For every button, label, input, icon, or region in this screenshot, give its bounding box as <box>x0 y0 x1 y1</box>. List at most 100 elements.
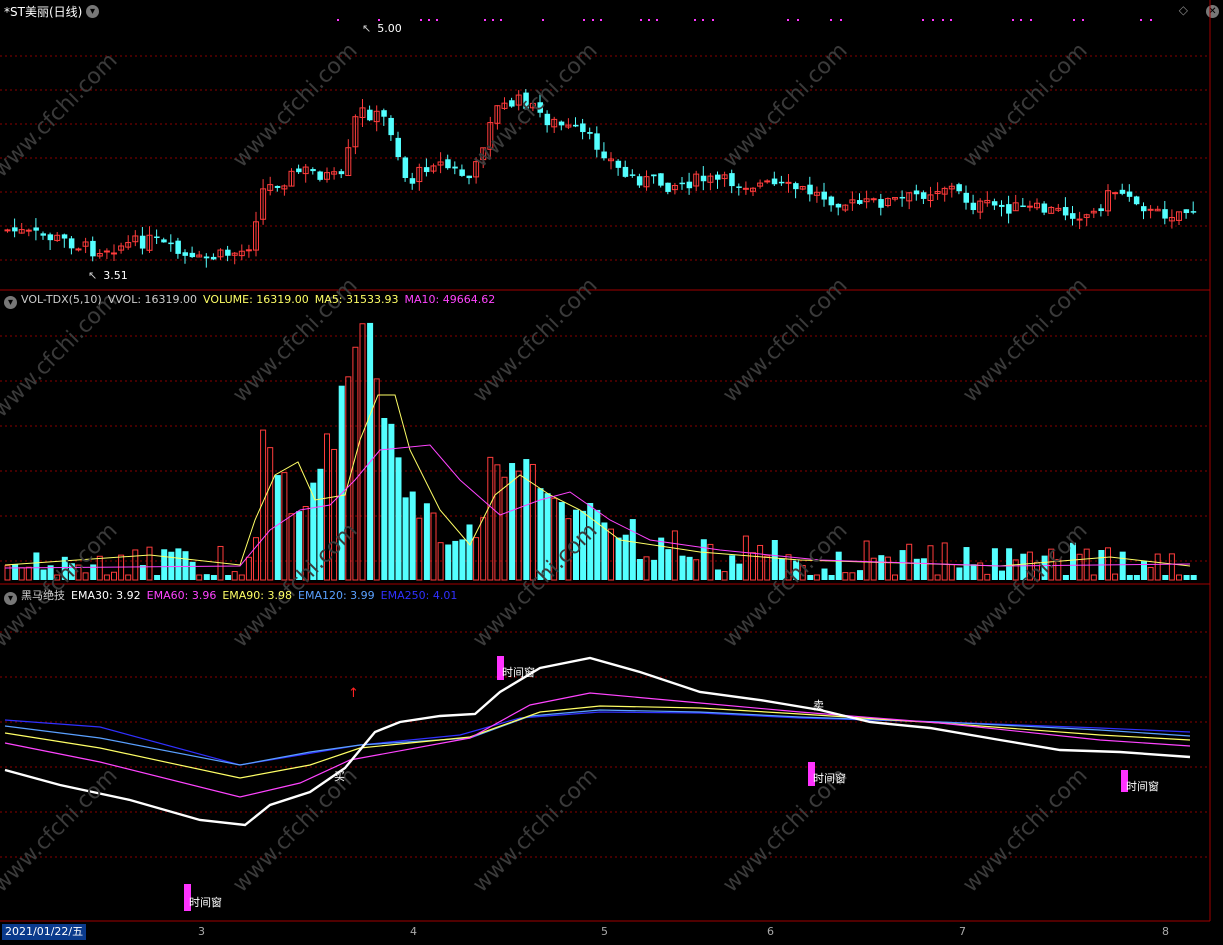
stock-chart-window: *ST美丽(日线) ▾ ◇ ✕ www.cfchi.com www.cfchi.c… <box>0 0 1223 945</box>
sell-signal-label: 卖 <box>813 699 824 712</box>
volume-bar <box>1176 574 1182 581</box>
candle-body <box>1026 205 1033 208</box>
current-date[interactable]: 2021/01/22/五 <box>2 924 87 940</box>
candle-body <box>68 238 75 249</box>
ema60-value: EMA60: 3.96 <box>146 589 217 602</box>
month-tick: 8 <box>1162 925 1169 938</box>
volume-bar <box>274 475 281 580</box>
candle-body <box>139 235 146 249</box>
candle-body <box>715 174 721 180</box>
candle-body <box>778 181 785 184</box>
ma5-value: MA5: 31533.93 <box>314 293 399 306</box>
volume-value: VOLUME: 16319.00 <box>203 293 309 306</box>
volume-bar <box>1076 553 1083 581</box>
volume-bar <box>636 559 643 580</box>
candle-body <box>47 234 54 241</box>
candle-body <box>103 250 110 253</box>
month-tick: 7 <box>959 925 966 938</box>
volume-bar <box>601 522 608 580</box>
price-high-label: ↖ 5.00 <box>362 22 402 35</box>
candle-body <box>25 229 32 232</box>
volume-bar <box>409 491 416 580</box>
candle-body <box>75 248 82 251</box>
watermark-text: www.cfchi.com <box>228 38 362 172</box>
volume-bar <box>934 574 941 581</box>
candle-body <box>807 184 813 195</box>
chart-canvas[interactable]: www.cfchi.com www.cfchi.com www.cfchi.com w… <box>0 0 1223 945</box>
candle-body <box>956 184 962 192</box>
signal-dot <box>592 19 594 21</box>
signal-dot <box>950 19 952 21</box>
volume-bar <box>161 549 168 580</box>
volume-bar <box>927 545 934 581</box>
candle-body <box>409 178 416 184</box>
candle-body <box>999 204 1005 207</box>
volume-bar <box>225 575 232 580</box>
volume-bar <box>729 555 736 580</box>
ema-indicator-name[interactable]: 黑马绝技 <box>21 589 65 602</box>
volume-bar <box>189 561 196 580</box>
candle-body <box>991 201 998 206</box>
watermark-text: www.cfchi.com <box>0 48 123 182</box>
volume-bar <box>402 497 409 580</box>
candle-body <box>828 196 835 206</box>
volume-bar <box>715 569 721 580</box>
candle-body <box>161 239 167 243</box>
volume-bar <box>146 546 153 581</box>
candle-body <box>182 252 188 256</box>
watermark-layer: www.cfchi.com www.cfchi.com www.cfchi.com w… <box>0 38 1093 897</box>
volume-bar <box>480 517 487 581</box>
candle-body <box>466 175 472 179</box>
volume-bar <box>1147 567 1154 581</box>
candle-body <box>367 109 373 121</box>
volume-bar <box>899 550 906 580</box>
signal-dot <box>1012 19 1014 21</box>
volume-bar <box>466 524 473 580</box>
volume-bar <box>970 564 977 580</box>
candle-body <box>1112 192 1119 195</box>
watermark-text: www.cfchi.com <box>958 763 1092 897</box>
signal-dot <box>484 19 486 21</box>
ema250-line <box>4 711 1191 766</box>
volume-bar <box>154 575 161 580</box>
candle-body <box>1006 204 1012 214</box>
volume-bar <box>25 566 32 581</box>
candle-body <box>203 256 210 259</box>
candle-body <box>963 192 969 203</box>
watermark-text: www.cfchi.com <box>958 273 1092 407</box>
ema90-value: EMA90: 3.98 <box>222 589 293 602</box>
volume-bar <box>445 544 452 580</box>
volume-bar <box>487 456 494 581</box>
volume-bar <box>1105 547 1111 581</box>
volume-bar <box>842 572 849 581</box>
candle-body <box>296 168 302 173</box>
chevron-down-icon[interactable]: ▾ <box>4 296 17 309</box>
volume-bar <box>615 537 622 580</box>
candle-body <box>764 180 771 183</box>
ema30-value: EMA30: 3.92 <box>71 589 141 602</box>
volume-bar <box>1183 575 1190 580</box>
signal-dot <box>922 19 924 21</box>
volume-bar <box>828 575 835 580</box>
time-window-marker: 时间窗 <box>184 884 228 911</box>
volume-bar <box>111 571 117 581</box>
volume-bar <box>956 567 963 580</box>
candle-body <box>1119 189 1126 194</box>
candle-body <box>381 110 387 117</box>
watermark-text: www.cfchi.com <box>958 38 1092 172</box>
volume-bar <box>878 555 885 580</box>
watermark-text: www.cfchi.com <box>468 38 602 172</box>
volume-bar <box>736 563 743 580</box>
chevron-down-icon[interactable]: ▾ <box>4 592 17 605</box>
month-tick: 6 <box>767 925 774 938</box>
volume-bar <box>757 544 764 581</box>
volume-bar <box>679 555 686 580</box>
candle-body <box>679 182 685 185</box>
candle-body <box>1141 206 1147 212</box>
candle-body <box>1126 191 1133 197</box>
volume-indicator-name[interactable]: VOL-TDX(5,10) <box>21 293 102 306</box>
volume-bar <box>33 552 40 580</box>
candle-body <box>245 249 252 252</box>
volume-bar <box>764 555 771 581</box>
volume-bar <box>523 459 530 580</box>
